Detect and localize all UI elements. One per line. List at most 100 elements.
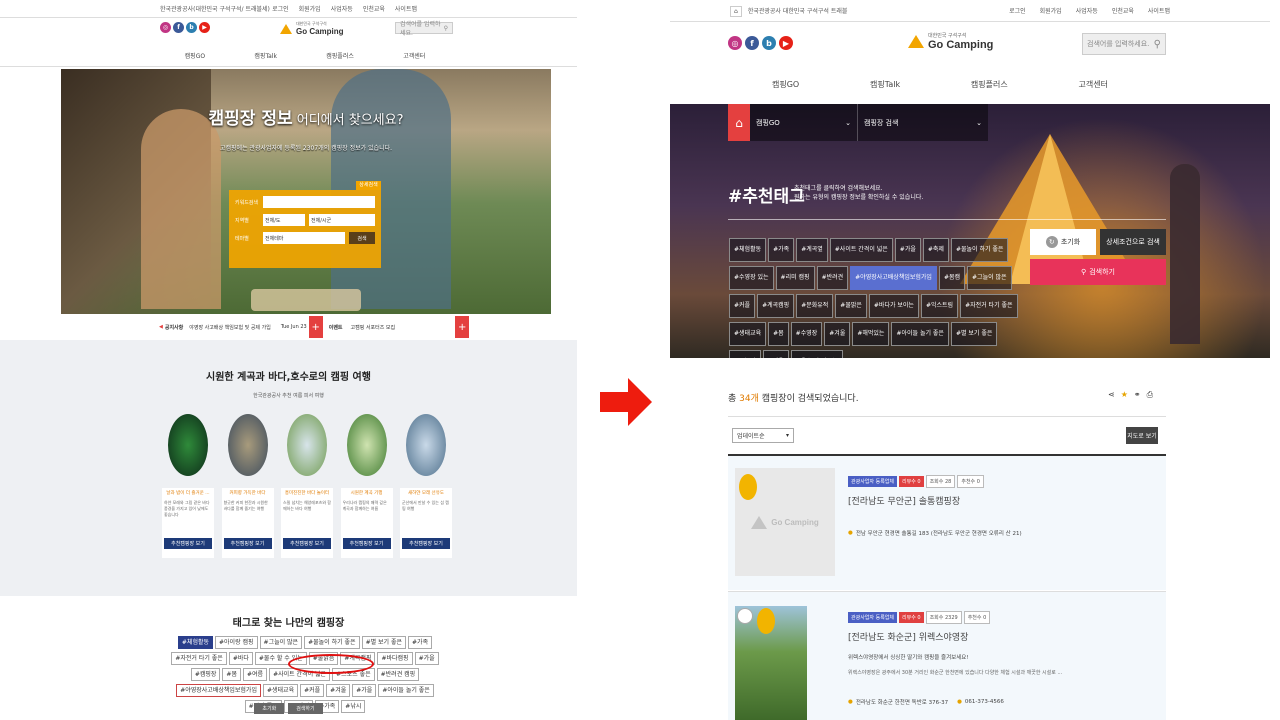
edu-link[interactable]: 인천교육 — [363, 4, 385, 13]
instagram-icon[interactable]: ◎ — [728, 36, 742, 50]
sort-select[interactable]: 업데이트순 ▾ — [732, 428, 794, 443]
summer-card[interactable]: 시원한 계곡 기행 우리나라 캠핑의 매력 깊은 계곡과 함께하는 여름 추천캠… — [340, 414, 393, 558]
recommend-tag-chip[interactable]: #커플 — [729, 294, 756, 318]
tag-chip[interactable]: #가족 — [408, 636, 433, 649]
facebook-icon[interactable]: f — [745, 36, 759, 50]
home-crumb-icon[interactable]: ⌂ — [728, 104, 750, 141]
recommend-tag-chip[interactable]: #수영장 — [790, 322, 823, 346]
tag-chip[interactable]: #별 보기 좋은 — [361, 636, 407, 649]
crumb-level1[interactable]: 캠핑GO ⌄ — [750, 104, 858, 141]
detail-search-tab[interactable]: 상세검색 — [356, 181, 381, 190]
card-button[interactable]: 추천캠핑장 보기 — [342, 538, 391, 549]
link-icon[interactable]: ⚭ — [1134, 390, 1141, 400]
recommend-tag-chip[interactable]: #가족 — [768, 238, 795, 262]
reset-button[interactable]: ↻ 초기화 — [1030, 229, 1096, 255]
recommend-tag-chip[interactable]: #가을 — [894, 238, 921, 262]
recommend-tag-chip[interactable]: #수영장 있는 — [729, 266, 774, 290]
result-item[interactable]: Go Camping 관광사업자 등록업체 리뷰수 0 조회수 28 추천수 0 [전… — [728, 456, 1166, 590]
business-link[interactable]: 사업자등 — [1076, 6, 1098, 15]
nav-camping-talk[interactable]: 캠핑Talk — [254, 51, 277, 60]
tag-chip[interactable]: #반려견 캠핑 — [376, 668, 420, 681]
youtube-icon[interactable]: ▶ — [199, 22, 210, 33]
recommend-tag-chip[interactable]: #체험활동 — [729, 238, 767, 262]
recommend-tag-chip[interactable]: #아이들 놀기 좋은 — [891, 322, 949, 346]
tag-chip[interactable]: #야영장사고배상책임보험가입 — [176, 684, 261, 697]
recommend-tag-chip[interactable]: #자전거 타기 좋은 — [960, 294, 1018, 318]
signup-link[interactable]: 회원가입 — [1040, 6, 1062, 15]
facebook-icon[interactable]: f — [173, 22, 184, 33]
nav-customer[interactable]: 고객센터 — [403, 51, 425, 60]
recommend-tag-chip[interactable]: #겨울 — [762, 350, 789, 358]
tag-chip[interactable]: #생태교육 — [262, 684, 299, 697]
summer-card[interactable]: 새하얀 모래 선유도 군산에서 만날 수 있는 섬 캠핑 여행 추천캠핑장 보기 — [400, 414, 452, 558]
tag-chip[interactable]: #물놀이 하기 좋은 — [304, 636, 360, 649]
event-plus-button[interactable]: + — [455, 316, 470, 338]
recommend-tag-chip[interactable]: #그늘이 많은 — [967, 266, 1012, 290]
search-input[interactable]: 검색어를 입력하세요. ⚲ — [1082, 33, 1166, 55]
tag-chip[interactable]: #여름 — [242, 668, 268, 681]
notice-text[interactable]: 야영장 사고배상 책임보험 및 공제 가입 — [189, 324, 271, 331]
card-button[interactable]: 추천캠핑장 보기 — [164, 538, 212, 549]
share-icon[interactable]: ⋖ — [1108, 390, 1115, 400]
recommend-tag-chip[interactable]: #겨울 — [824, 322, 851, 346]
tag-reset-button[interactable]: 초기화 — [254, 703, 285, 714]
item-title[interactable]: [전라남도 화순군] 위렉스야영장 — [848, 630, 968, 643]
recommend-tag-chip[interactable]: #계곡캠핑 — [757, 294, 795, 318]
nav-customer[interactable]: 고객센터 — [1079, 79, 1108, 90]
tag-chip[interactable]: #커플 — [300, 684, 325, 697]
crumb-level2[interactable]: 캠핑장 검색 ⌄ — [858, 104, 988, 141]
recommend-tag-chip[interactable]: #반려견 — [816, 266, 849, 290]
card-button[interactable]: 추천캠핑장 보기 — [223, 538, 272, 549]
search-icon[interactable]: ⚲ — [1154, 39, 1161, 50]
hero-search-button[interactable]: 검색 — [349, 232, 375, 244]
nav-camping-go[interactable]: 캠핑GO — [772, 79, 799, 90]
region-province-select[interactable]: 전체/도 — [263, 214, 305, 226]
item-title[interactable]: [전라남도 무안군] 솔통캠핑장 — [848, 494, 960, 507]
tag-search-button[interactable]: 검색하기 — [288, 703, 323, 714]
nav-camping-plus[interactable]: 캠핑플러스 — [971, 79, 1008, 90]
tag-chip[interactable]: #자전거 타기 좋은 — [171, 652, 227, 665]
edu-link[interactable]: 인천교육 — [1112, 6, 1134, 15]
summer-card[interactable]: 커피향 가득한 바다 향긋한 커피 한잔과 시원한 바다를 함께 즐기는 여행 … — [221, 414, 274, 558]
youtube-icon[interactable]: ▶ — [779, 36, 793, 50]
tag-chip[interactable]: #아이랑 캠핑 — [215, 636, 258, 649]
tag-chip[interactable]: #가을 — [352, 684, 377, 697]
recommend-tag-chip[interactable]: #온수 잘 나오는 — [790, 350, 843, 358]
recommend-tag-chip[interactable]: #물맑은 — [835, 294, 867, 318]
print-icon[interactable]: ⎙ — [1147, 390, 1153, 400]
tag-chip[interactable]: #그늘이 많은 — [259, 636, 303, 649]
sitemap-link[interactable]: 사이트맵 — [395, 4, 417, 13]
search-icon[interactable]: ⚲ — [444, 25, 448, 32]
keyword-input[interactable] — [263, 196, 375, 208]
result-item[interactable]: 관광사업자 등록업체 리뷰수 0 조회수 2329 추천수 0 [전라남도 화순군] … — [728, 592, 1166, 720]
card-button[interactable]: 추천캠핑장 보기 — [402, 538, 450, 549]
region-city-select[interactable]: 전체/시군 — [309, 214, 375, 226]
notice-plus-button[interactable]: + — [308, 316, 323, 338]
recommend-tag-chip[interactable]: #생태교육 — [729, 322, 767, 346]
recommend-tag-chip[interactable]: #봄 — [768, 322, 789, 346]
nav-camping-go[interactable]: 캠핑GO — [185, 51, 205, 60]
home-icon[interactable]: ⌂ — [730, 6, 742, 17]
signup-link[interactable]: 회원가입 — [299, 4, 321, 13]
sitemap-link[interactable]: 사이트맵 — [1148, 6, 1170, 15]
site-logo[interactable]: 대한민국 구석구석 Go Camping — [908, 32, 993, 51]
instagram-icon[interactable]: ◎ — [160, 22, 171, 33]
summer-card[interactable]: 흥미진진한 바다 놀이터 스릴 넘치는 해양레포츠와 함께하는 바다 여행 추천… — [281, 414, 333, 558]
login-link[interactable]: 로그인 — [1009, 6, 1026, 15]
event-text[interactable]: 고캠핑 서포터즈 모집 — [351, 324, 396, 331]
login-link[interactable]: 로그인 — [272, 4, 289, 13]
hero-search-button[interactable]: ⚲ 검색하기 — [1030, 259, 1166, 285]
nav-camping-plus[interactable]: 캠핑플러스 — [326, 51, 354, 60]
blog-icon[interactable]: b — [762, 36, 776, 50]
theme-select[interactable]: 전체테마 — [263, 232, 345, 244]
recommend-tag-chip[interactable]: #사이트 간격이 넓은 — [829, 238, 893, 262]
map-view-button[interactable]: 지도로 보기 — [1126, 427, 1158, 444]
recommend-tag-chip[interactable]: #물놀이 하기 좋은 — [950, 238, 1009, 262]
tag-chip[interactable]: #캠핑장 — [190, 668, 221, 681]
tag-chip[interactable]: #아이들 놀기 좋은 — [378, 684, 434, 697]
card-button[interactable]: 추천캠핑장 보기 — [283, 538, 331, 549]
search-input[interactable]: 검색어를 입력하세요. ⚲ — [395, 21, 453, 37]
tag-chip[interactable]: #바다 — [228, 652, 253, 665]
tag-chip[interactable]: #겨울 — [326, 684, 351, 697]
recommend-tag-chip[interactable]: #바다가 보이는 — [868, 294, 919, 318]
